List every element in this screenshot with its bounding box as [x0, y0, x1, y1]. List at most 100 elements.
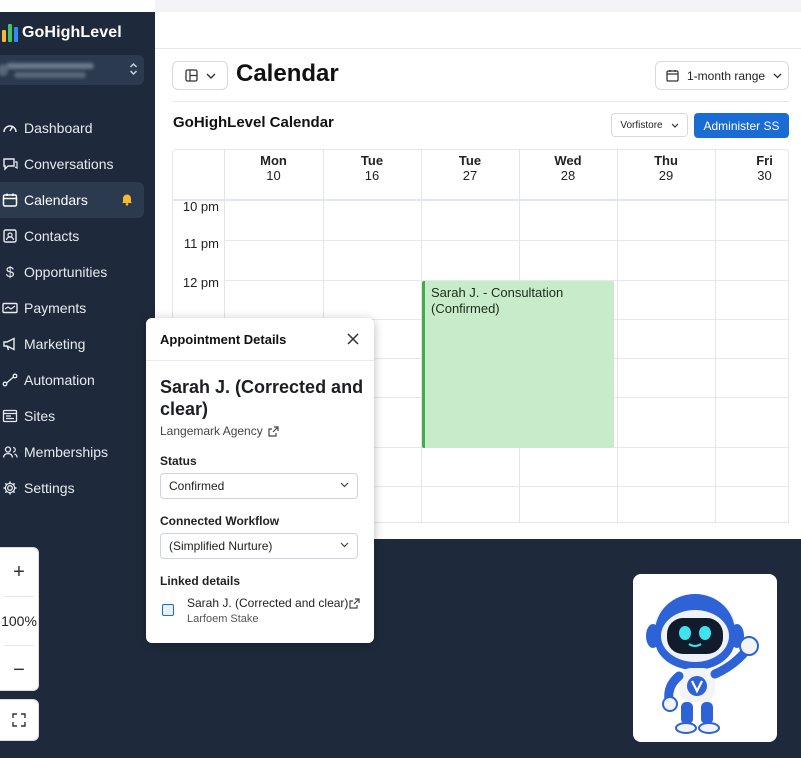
sidebar-item-payments[interactable]: Payments	[0, 290, 155, 326]
robot-mascot-icon	[646, 594, 759, 734]
top-strip	[155, 0, 801, 12]
day-date: 27	[462, 168, 478, 183]
date-range-label: 1-month range	[687, 68, 766, 83]
sidebar-item-label: Sites	[24, 408, 56, 424]
sidebar-item-contacts[interactable]: Contacts	[0, 218, 155, 254]
time-label: 10 pm	[182, 199, 219, 214]
administer-button[interactable]: Administer SS	[694, 113, 789, 138]
assistant-robot-image[interactable]	[633, 574, 777, 742]
dollar-icon: $	[5, 263, 15, 281]
sidebar-item-sites[interactable]: Sites	[0, 398, 155, 434]
day-header[interactable]: Mon 10	[224, 153, 323, 183]
calendar-filter-label: Vorfistore	[620, 119, 663, 131]
calendar-icon	[2, 192, 18, 208]
sidebar-item-memberships[interactable]: Memberships	[0, 434, 155, 470]
agency-link[interactable]: Langemark Agency	[160, 424, 279, 438]
external-link-icon[interactable]	[349, 598, 360, 609]
linked-record[interactable]: Sarah J. (Corrected and clear) Larfoem S…	[160, 596, 360, 630]
appointment-details-popup: Appointment Details Sarah J. (Corrected …	[146, 318, 374, 643]
account-name-blurred	[6, 63, 94, 69]
zoom-in-button[interactable]: +	[0, 548, 38, 596]
popup-title: Appointment Details	[160, 331, 287, 347]
sidebar-item-label: Calendars	[24, 192, 88, 208]
chevron-down-icon	[340, 482, 349, 488]
app-name: GoHighLevel	[22, 24, 122, 41]
calendar-icon	[666, 70, 679, 82]
account-switcher[interactable]	[0, 55, 144, 85]
chevron-down-icon	[340, 542, 349, 548]
workflow-value: (Simplified Nurture)	[169, 539, 273, 553]
sidebar-item-label: Marketing	[24, 336, 86, 352]
date-range-select[interactable]: 1-month range	[655, 61, 789, 90]
day-header[interactable]: Tue 16	[323, 153, 421, 183]
top-bar	[155, 12, 801, 49]
zoom-out-button[interactable]: −	[0, 646, 38, 694]
day-of-week: Tue	[360, 153, 384, 168]
sidebar-item-conversations[interactable]: Conversations	[0, 146, 155, 182]
calendar-event[interactable]: Sarah J. - Consultation (Confirmed)	[422, 281, 614, 448]
fit-screen-button[interactable]	[0, 699, 39, 741]
day-date: 30	[757, 168, 772, 183]
sidebar-item-opportunities[interactable]: $ Opportunities	[0, 254, 155, 290]
chat-icon	[2, 156, 18, 172]
sidebar-item-label: Opportunities	[24, 264, 108, 280]
card-icon	[2, 300, 18, 316]
website-icon	[2, 408, 18, 424]
fit-screen-icon	[12, 713, 26, 727]
sidebar-item-calendars[interactable]: Calendars	[0, 182, 144, 218]
layout-icon	[184, 69, 198, 82]
logo-mark-icon	[2, 24, 18, 42]
day-of-week: Tue	[458, 153, 482, 168]
close-icon	[347, 333, 359, 345]
app-logo[interactable]: GoHighLevel	[0, 22, 122, 44]
day-of-week: Wed	[554, 153, 582, 168]
sidebar-item-label: Automation	[24, 372, 95, 388]
zoom-controls: + 100% −	[0, 547, 39, 691]
sidebar-item-settings[interactable]: Settings	[0, 470, 155, 506]
linked-record-subtitle: Larfoem Stake	[187, 613, 259, 625]
workflow-select[interactable]: (Simplified Nurture)	[160, 533, 358, 559]
sidebar-item-marketing[interactable]: Marketing	[0, 326, 155, 362]
day-date: 16	[364, 168, 380, 183]
status-label: Status	[160, 454, 197, 468]
bell-icon[interactable]	[120, 192, 134, 206]
day-header[interactable]: Wed 28	[519, 153, 617, 183]
day-of-week: Mon	[260, 153, 287, 168]
day-header[interactable]: Thu 29	[617, 153, 715, 183]
gear-icon	[2, 480, 18, 496]
sidebar-item-label: Dashboard	[24, 120, 93, 136]
sidebar-item-automation[interactable]: Automation	[0, 362, 155, 398]
close-button[interactable]	[346, 332, 360, 346]
workflow-label: Connected Workflow	[160, 514, 280, 528]
header-divider	[173, 199, 788, 201]
status-select[interactable]: Confirmed	[160, 473, 358, 499]
sidebar-item-label: Settings	[24, 480, 75, 496]
sidebar-item-dashboard[interactable]: Dashboard	[0, 110, 155, 146]
chevron-down-icon	[671, 123, 679, 128]
flow-icon	[2, 372, 18, 388]
day-header[interactable]: Fri 30	[715, 153, 788, 183]
contact-name: Sarah J. (Corrected and clear)	[160, 377, 364, 419]
day-date: 28	[560, 168, 576, 183]
status-value: Confirmed	[169, 479, 225, 493]
calendar-filter-select[interactable]: Vorfistore	[611, 113, 688, 137]
megaphone-icon	[2, 336, 18, 352]
day-date: 10	[266, 168, 281, 183]
chevron-down-icon	[206, 73, 215, 79]
time-label: 12 pm	[182, 275, 219, 290]
time-label: 11 pm	[183, 236, 219, 251]
sidebar-nav: Dashboard Conversations Calendars Contac…	[0, 110, 155, 506]
contact-card-icon	[2, 228, 18, 244]
hour-line	[224, 240, 788, 241]
agency-name: Langemark Agency	[160, 424, 263, 438]
column-divider	[617, 150, 618, 522]
day-header[interactable]: Tue 27	[421, 153, 519, 183]
sidebar-item-label: Payments	[24, 300, 87, 316]
sidebar-item-label: Conversations	[24, 156, 114, 172]
linked-details-label: Linked details	[160, 574, 241, 588]
record-icon	[162, 604, 174, 616]
calendar-title: GoHighLevel Calendar	[173, 114, 334, 131]
view-toggle-button[interactable]	[172, 61, 228, 90]
popup-header: Appointment Details	[146, 318, 374, 361]
zoom-level: 100%	[1, 613, 37, 629]
